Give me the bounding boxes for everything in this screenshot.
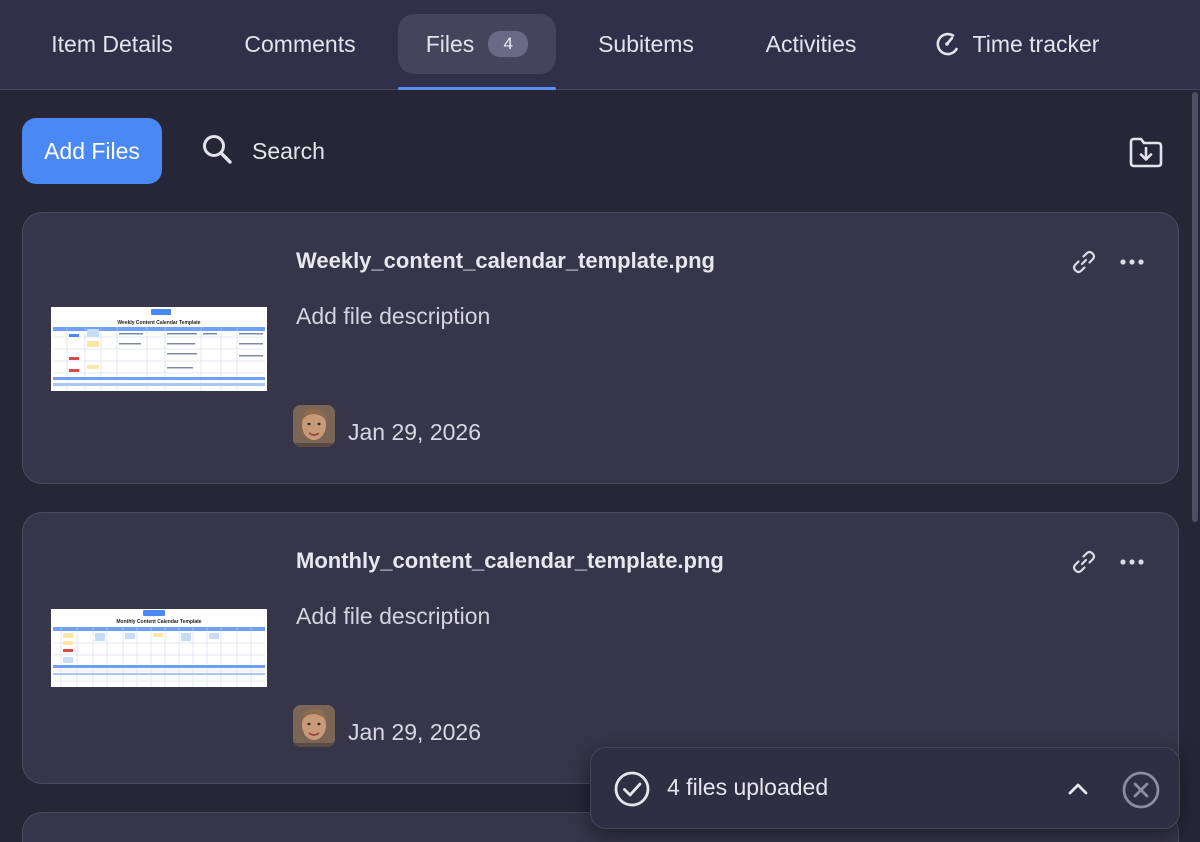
search-input[interactable]	[252, 137, 492, 165]
tab-files[interactable]: Files 4	[398, 14, 556, 74]
chevron-up-icon[interactable]	[1061, 772, 1095, 806]
avatar	[293, 705, 335, 747]
tab-subitems[interactable]: Subitems	[576, 14, 716, 74]
files-count-badge: 4	[488, 31, 529, 57]
file-description[interactable]: Add file description	[296, 603, 490, 630]
tab-label: Comments	[244, 30, 356, 57]
search-icon	[200, 132, 234, 171]
tab-label: Subitems	[598, 30, 694, 57]
folder-download-icon[interactable]	[1126, 132, 1166, 172]
add-files-button[interactable]: Add Files	[22, 118, 162, 184]
search-box[interactable]	[200, 128, 500, 174]
time-tracker-icon	[933, 30, 961, 58]
tab-label: Files	[425, 30, 475, 57]
tab-activities[interactable]: Activities	[736, 14, 886, 74]
link-icon[interactable]	[1067, 545, 1101, 579]
tab-bar: Item Details Comments Files 4 Subitems A…	[0, 0, 1200, 90]
file-name[interactable]: Monthly_content_calendar_template.png	[296, 548, 724, 574]
more-options-icon[interactable]	[1115, 245, 1149, 279]
tab-label: Time tracker	[972, 30, 1100, 57]
link-icon[interactable]	[1067, 245, 1101, 279]
scrollbar-thumb[interactable]	[1192, 92, 1198, 522]
thumbnail-title: Monthly Content Calendar Template	[116, 619, 201, 625]
file-thumbnail[interactable]: Weekly Content Calendar Template	[51, 307, 267, 391]
tab-comments[interactable]: Comments	[222, 14, 378, 74]
active-tab-indicator	[398, 87, 556, 90]
tab-time-tracker[interactable]: Time tracker	[906, 14, 1126, 74]
tab-label: Activities	[765, 30, 857, 57]
file-description[interactable]: Add file description	[296, 303, 490, 330]
tab-label: Item Details	[51, 30, 173, 57]
file-card[interactable]: Monthly Content Calendar Template Monthl…	[22, 512, 1179, 784]
file-name[interactable]: Weekly_content_calendar_template.png	[296, 248, 715, 274]
more-options-icon[interactable]	[1115, 545, 1149, 579]
toast-message: 4 files uploaded	[667, 774, 829, 800]
file-card[interactable]: Weekly Content Calendar Template Weekly_…	[22, 212, 1179, 484]
file-date: Jan 29, 2026	[348, 719, 482, 745]
close-icon[interactable]	[1121, 770, 1161, 810]
tab-item-details[interactable]: Item Details	[22, 14, 202, 74]
thumbnail-title: Weekly Content Calendar Template	[117, 320, 200, 326]
file-thumbnail[interactable]: Monthly Content Calendar Template	[51, 609, 267, 687]
file-date: Jan 29, 2026	[348, 419, 482, 445]
check-circle-icon	[613, 770, 651, 813]
avatar	[293, 405, 335, 447]
upload-toast: 4 files uploaded	[590, 747, 1180, 829]
